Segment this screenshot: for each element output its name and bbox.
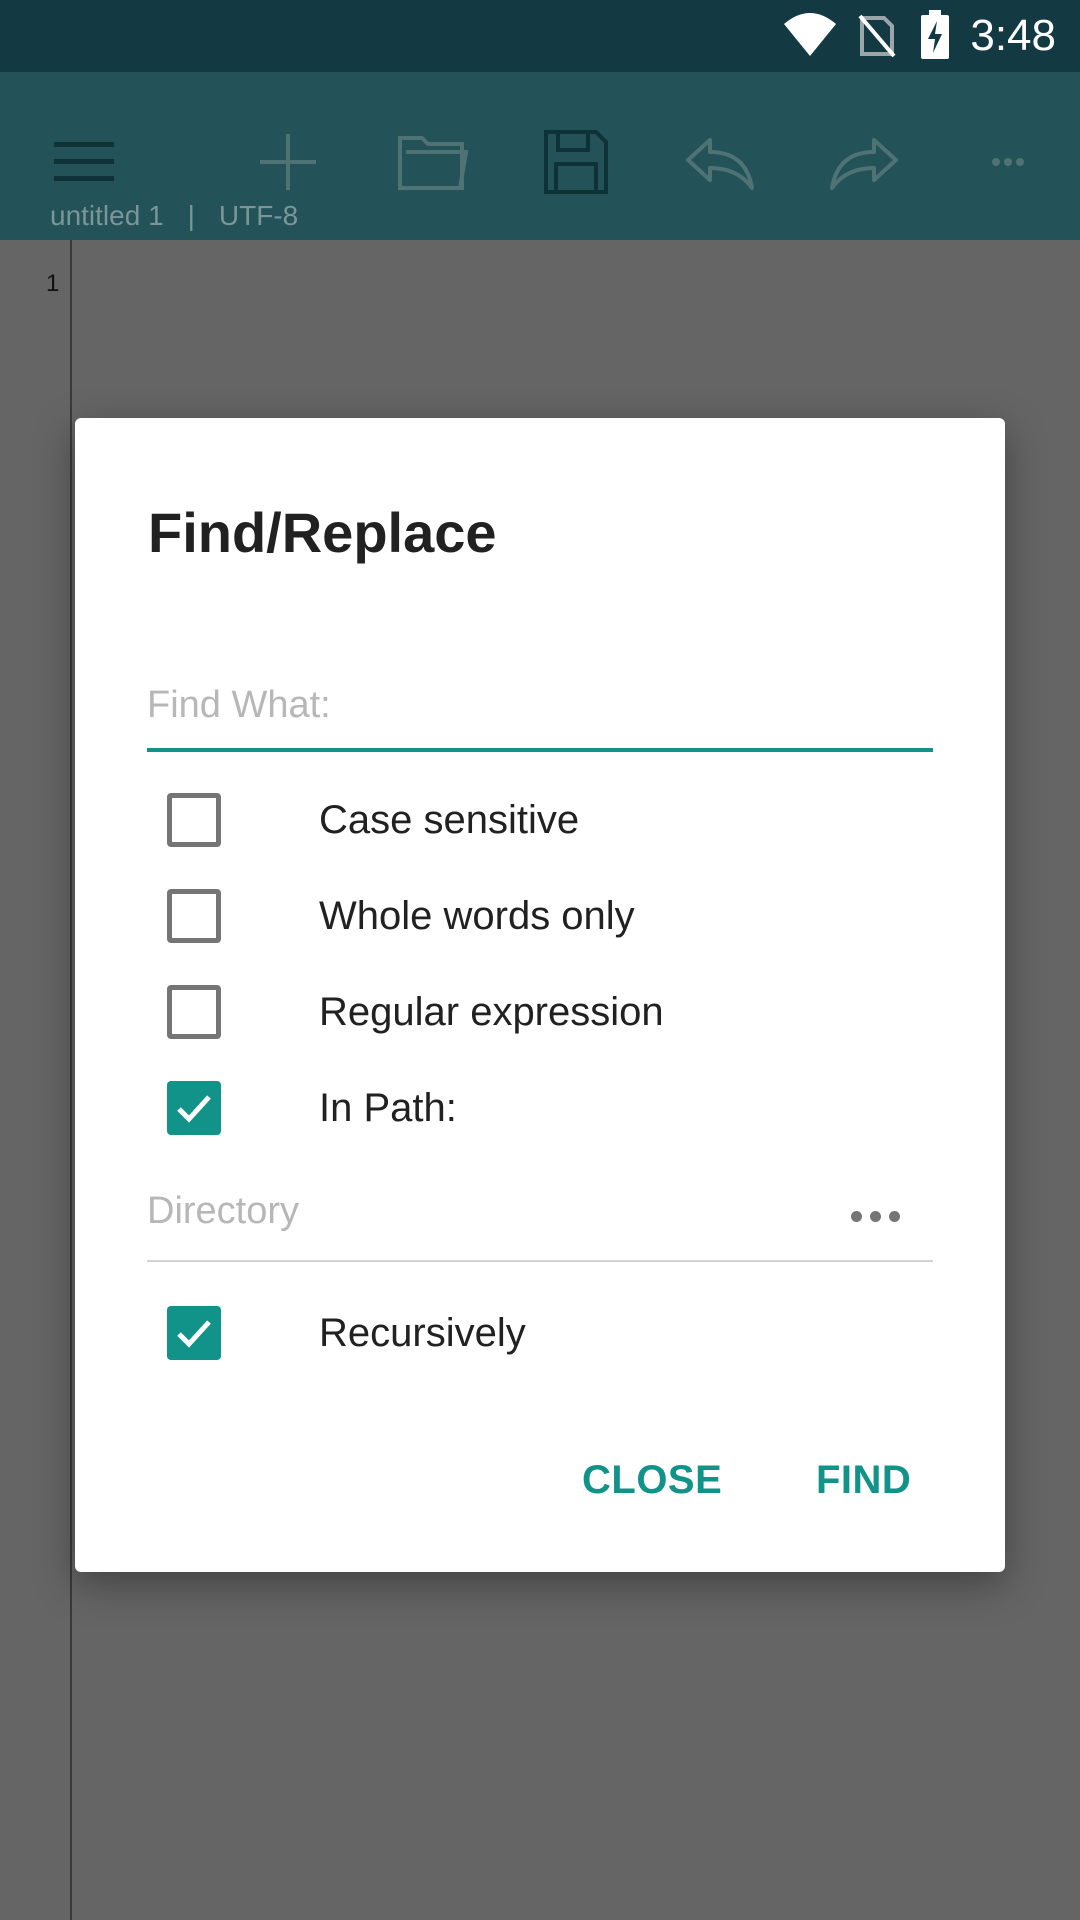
redo-icon (824, 138, 904, 206)
find-replace-dialog: Find/Replace Case sensitive Whole words … (75, 418, 1005, 1572)
folder-icon (392, 136, 472, 206)
battery-charging-icon (920, 10, 950, 65)
find-button[interactable]: FIND (816, 1458, 911, 1503)
close-button[interactable]: CLOSE (582, 1458, 722, 1503)
recursively-option[interactable]: Recursively (167, 1304, 867, 1364)
in-path-checkbox[interactable] (167, 1081, 221, 1135)
in-path-option[interactable]: In Path: (167, 1079, 867, 1139)
ellipsis-icon (851, 1211, 862, 1222)
toolbar: untitled 1 | UTF-8 (0, 72, 1080, 240)
line-number-gutter: 1 (0, 240, 72, 1920)
whole-words-option[interactable]: Whole words only (167, 887, 867, 947)
regular-expression-option[interactable]: Regular expression (167, 983, 867, 1043)
case-sensitive-label: Case sensitive (319, 798, 580, 842)
line-number: 1 (46, 270, 60, 297)
regular-expression-label: Regular expression (319, 990, 664, 1034)
file-info-separator: | (187, 200, 195, 231)
wifi-icon (782, 10, 838, 63)
ellipsis-dot (870, 1211, 881, 1222)
case-sensitive-option[interactable]: Case sensitive (167, 791, 867, 851)
in-path-label: In Path: (319, 1086, 457, 1130)
directory-input[interactable] (147, 1186, 807, 1236)
redo-button[interactable] (824, 122, 904, 202)
regular-expression-checkbox[interactable] (167, 985, 221, 1039)
menu-button[interactable] (44, 122, 124, 202)
recursively-label: Recursively (319, 1311, 526, 1355)
find-what-field[interactable] (147, 652, 933, 752)
save-button[interactable] (536, 122, 616, 202)
file-name: untitled 1 (50, 200, 164, 231)
undo-icon (680, 138, 760, 206)
whole-words-checkbox[interactable] (167, 889, 221, 943)
checkmark-icon (177, 1320, 211, 1348)
new-file-button[interactable] (248, 122, 328, 202)
recursively-checkbox[interactable] (167, 1306, 221, 1360)
checkmark-icon (177, 1095, 211, 1123)
browse-directory-button[interactable] (851, 1206, 901, 1226)
ellipsis-dot (889, 1211, 900, 1222)
no-sim-icon (858, 14, 896, 63)
status-bar: 3:48 (0, 0, 1080, 72)
more-horizontal-icon (968, 158, 1048, 206)
dialog-title: Find/Replace (148, 501, 497, 564)
find-what-input[interactable] (147, 680, 933, 730)
file-encoding: UTF-8 (218, 200, 299, 231)
more-options-button[interactable] (968, 122, 1048, 202)
case-sensitive-checkbox[interactable] (167, 793, 221, 847)
save-icon (536, 130, 616, 206)
whole-words-label: Whole words only (319, 894, 635, 938)
file-info: untitled 1 | UTF-8 (50, 198, 298, 234)
directory-field[interactable] (147, 1176, 933, 1262)
undo-button[interactable] (680, 122, 760, 202)
open-folder-button[interactable] (392, 122, 472, 202)
status-time: 3:48 (970, 11, 1056, 60)
